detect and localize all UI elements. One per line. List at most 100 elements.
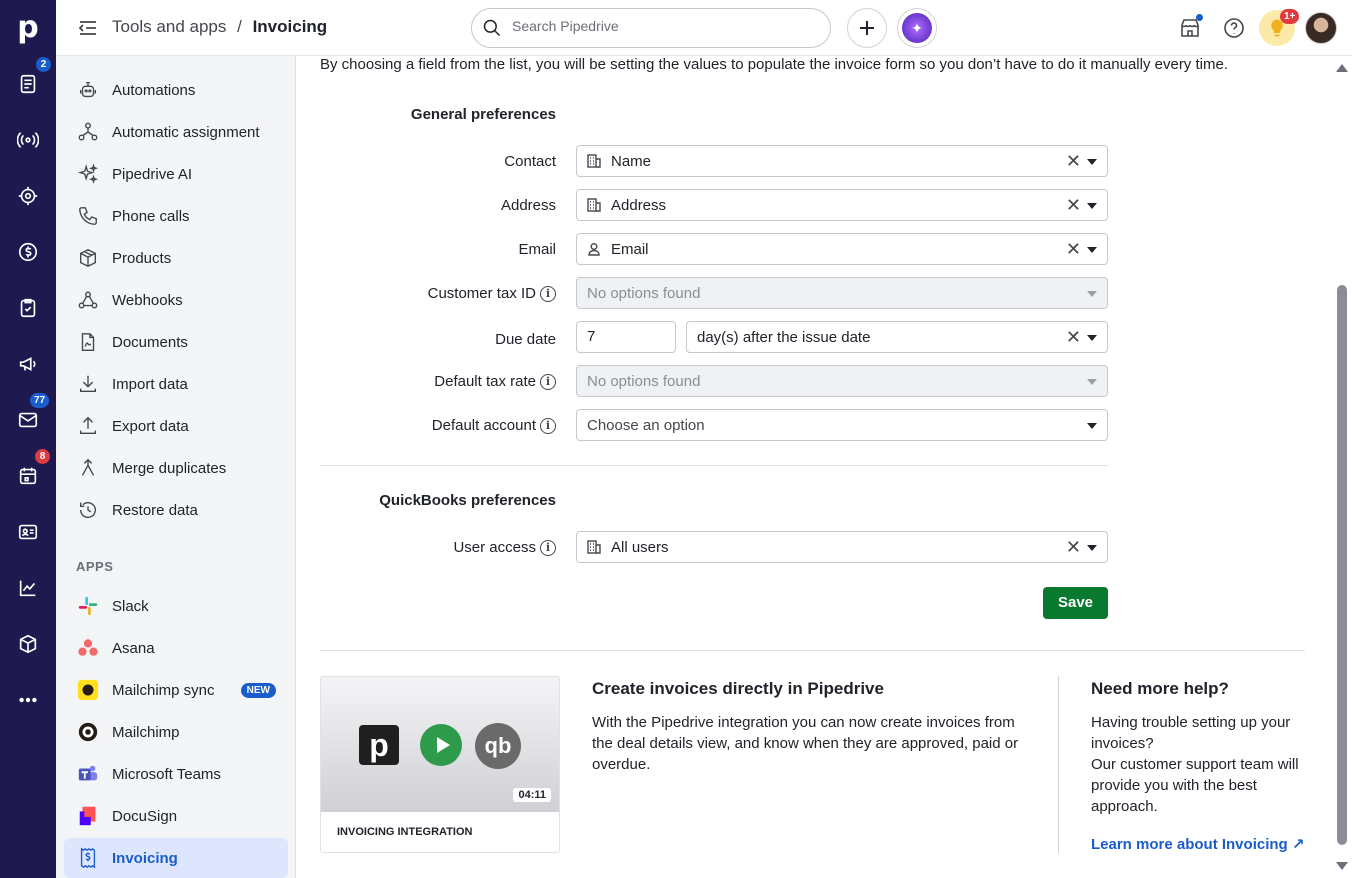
learn-more-link[interactable]: Learn more about Invoicing ↗ xyxy=(1091,835,1304,853)
clear-icon[interactable]: ✕ xyxy=(1066,538,1081,556)
sidebar-item-microsoft-teams[interactable]: Microsoft Teams xyxy=(64,754,288,794)
scroll-up-arrow[interactable] xyxy=(1336,64,1348,72)
contacts-icon[interactable] xyxy=(14,518,42,546)
megaphone-icon[interactable] xyxy=(14,350,42,378)
breadcrumb-separator: / xyxy=(237,17,242,36)
contact-label: Contact xyxy=(504,153,556,170)
due-date-days-input[interactable]: 7 xyxy=(576,321,676,353)
more-icon[interactable] xyxy=(14,686,42,714)
default-tax-rate-select: No options found xyxy=(576,365,1108,397)
info-icon[interactable]: i xyxy=(540,373,556,390)
robot-icon xyxy=(76,78,100,102)
promo-title: Create invoices directly in Pipedrive xyxy=(592,679,884,698)
video-thumbnail[interactable]: p qb 04:11 xyxy=(321,677,559,812)
customer-tax-id-label: Customer tax ID i xyxy=(428,285,556,302)
chevron-down-icon xyxy=(1087,291,1097,297)
chevron-down-icon[interactable] xyxy=(1087,159,1097,165)
pipedrive-logo[interactable]: p xyxy=(14,12,42,44)
insights-icon[interactable] xyxy=(14,574,42,602)
chevron-down-icon[interactable] xyxy=(1087,203,1097,209)
mail-icon[interactable] xyxy=(14,406,42,434)
sidebar-item-asana[interactable]: Asana xyxy=(64,628,288,668)
clear-icon[interactable]: ✕ xyxy=(1066,240,1081,258)
sidebar-item-automations[interactable]: Automations xyxy=(64,70,288,110)
divider xyxy=(320,650,1305,651)
info-icon[interactable]: i xyxy=(540,285,556,302)
add-button[interactable] xyxy=(847,8,887,48)
breadcrumb: Tools and apps / Invoicing xyxy=(112,17,327,37)
nav-rail: p 2 77 8 xyxy=(0,0,56,878)
sidebar-item-merge-duplicates[interactable]: Merge duplicates xyxy=(64,448,288,488)
scrollbar[interactable] xyxy=(1335,60,1349,875)
sidebar-item-pipedrive-ai[interactable]: Pipedrive AI xyxy=(64,154,288,194)
search-input[interactable] xyxy=(512,18,812,34)
import-icon xyxy=(76,372,100,396)
avatar[interactable] xyxy=(1305,12,1337,44)
invoice-icon xyxy=(76,846,100,870)
info-icon[interactable]: i xyxy=(540,417,556,434)
breadcrumb-parent[interactable]: Tools and apps xyxy=(112,17,226,36)
sidebar-item-mailchimp[interactable]: Mailchimp xyxy=(64,712,288,752)
sidebar-item-documents[interactable]: Documents xyxy=(64,322,288,362)
money-icon[interactable] xyxy=(14,238,42,266)
document-icon xyxy=(76,330,100,354)
sidebar-item-automatic-assignment[interactable]: Automatic assignment xyxy=(64,112,288,152)
teams-icon xyxy=(76,762,100,786)
scroll-down-arrow[interactable] xyxy=(1336,862,1348,870)
user-access-select[interactable]: All users ✕ xyxy=(576,531,1108,563)
info-icon[interactable]: i xyxy=(540,539,556,556)
play-icon[interactable] xyxy=(420,724,462,766)
main-content: By choosing a field from the list, you w… xyxy=(296,56,1352,878)
new-tag: NEW xyxy=(240,682,276,698)
campaigns-radar-icon[interactable] xyxy=(14,126,42,154)
chevron-down-icon[interactable] xyxy=(1087,423,1097,429)
general-preferences-heading: General preferences xyxy=(410,106,556,123)
default-tax-rate-label: Default tax rate i xyxy=(434,373,556,390)
divider xyxy=(1058,676,1059,853)
address-select[interactable]: Address ✕ xyxy=(576,189,1108,221)
calendar-icon[interactable] xyxy=(14,462,42,490)
sidebar-item-import-data[interactable]: Import data xyxy=(64,364,288,404)
ai-assistant-button[interactable]: ✦ xyxy=(897,8,937,48)
due-date-select[interactable]: day(s) after the issue date ✕ xyxy=(686,321,1108,353)
clear-icon[interactable]: ✕ xyxy=(1066,196,1081,214)
contact-select[interactable]: Name ✕ xyxy=(576,145,1108,177)
chevron-down-icon[interactable] xyxy=(1087,247,1097,253)
ai-sparkle-icon: ✦ xyxy=(902,13,932,43)
sidebar-item-export-data[interactable]: Export data xyxy=(64,406,288,446)
help-icon[interactable] xyxy=(1222,16,1246,40)
sidebar-item-restore-data[interactable]: Restore data xyxy=(64,490,288,530)
merge-icon xyxy=(76,456,100,480)
sidebar-item-webhooks[interactable]: Webhooks xyxy=(64,280,288,320)
sidebar-item-docusign[interactable]: DocuSign xyxy=(64,796,288,836)
sidebar-item-slack[interactable]: Slack xyxy=(64,586,288,626)
sidebar-item-products[interactable]: Products xyxy=(64,238,288,278)
products-icon[interactable] xyxy=(14,630,42,658)
clear-icon[interactable]: ✕ xyxy=(1066,152,1081,170)
default-account-select[interactable]: Choose an option xyxy=(576,409,1108,441)
address-label: Address xyxy=(500,197,556,214)
scrollbar-thumb[interactable] xyxy=(1337,285,1347,845)
sidebar-item-phone-calls[interactable]: Phone calls xyxy=(64,196,288,236)
leads-icon[interactable] xyxy=(14,70,42,98)
deals-icon[interactable] xyxy=(14,182,42,210)
apps-heading: APPS xyxy=(76,559,114,574)
chevron-down-icon[interactable] xyxy=(1087,545,1097,551)
quickbooks-logo: qb xyxy=(475,723,521,769)
pipedrive-logo: p xyxy=(359,725,399,765)
marketplace-dot xyxy=(1196,14,1203,21)
clear-icon[interactable]: ✕ xyxy=(1066,328,1081,346)
sparkle-icon xyxy=(76,162,100,186)
sidebar-item-invoicing[interactable]: Invoicing xyxy=(64,838,288,878)
mailchimp-icon xyxy=(76,678,100,702)
search-box[interactable] xyxy=(471,8,831,48)
collapse-menu-icon[interactable] xyxy=(78,18,98,38)
chevron-down-icon[interactable] xyxy=(1087,335,1097,341)
tasks-icon[interactable] xyxy=(14,294,42,322)
activities-badge: 8 xyxy=(35,449,50,464)
email-select[interactable]: Email ✕ xyxy=(576,233,1108,265)
sidebar-item-mailchimp-sync[interactable]: Mailchimp sync NEW xyxy=(64,670,288,710)
asana-icon xyxy=(76,636,100,660)
save-button[interactable]: Save xyxy=(1043,587,1108,619)
video-card[interactable]: p qb 04:11 INVOICING INTEGRATION xyxy=(320,676,560,853)
